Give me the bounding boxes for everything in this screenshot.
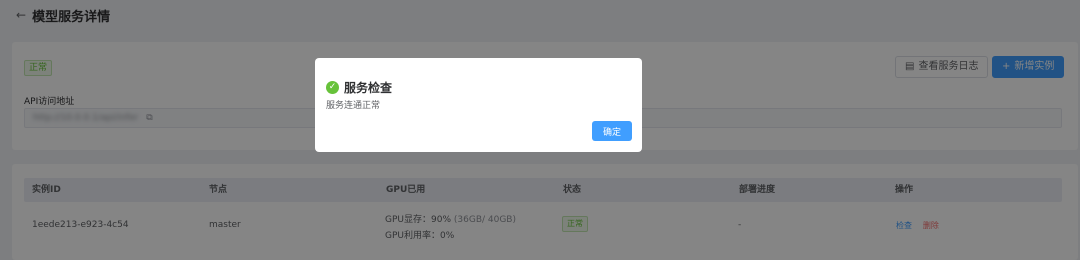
dialog-message: 服务连通正常 [326, 101, 381, 111]
confirm-button[interactable]: 确定 [592, 121, 632, 141]
service-check-dialog: ✓ 服务检查 服务连通正常 确定 [315, 58, 642, 152]
dialog-title-text: 服务检查 [344, 81, 393, 95]
dialog-title: ✓ 服务检查 [326, 79, 392, 96]
check-circle-icon: ✓ [326, 81, 339, 94]
